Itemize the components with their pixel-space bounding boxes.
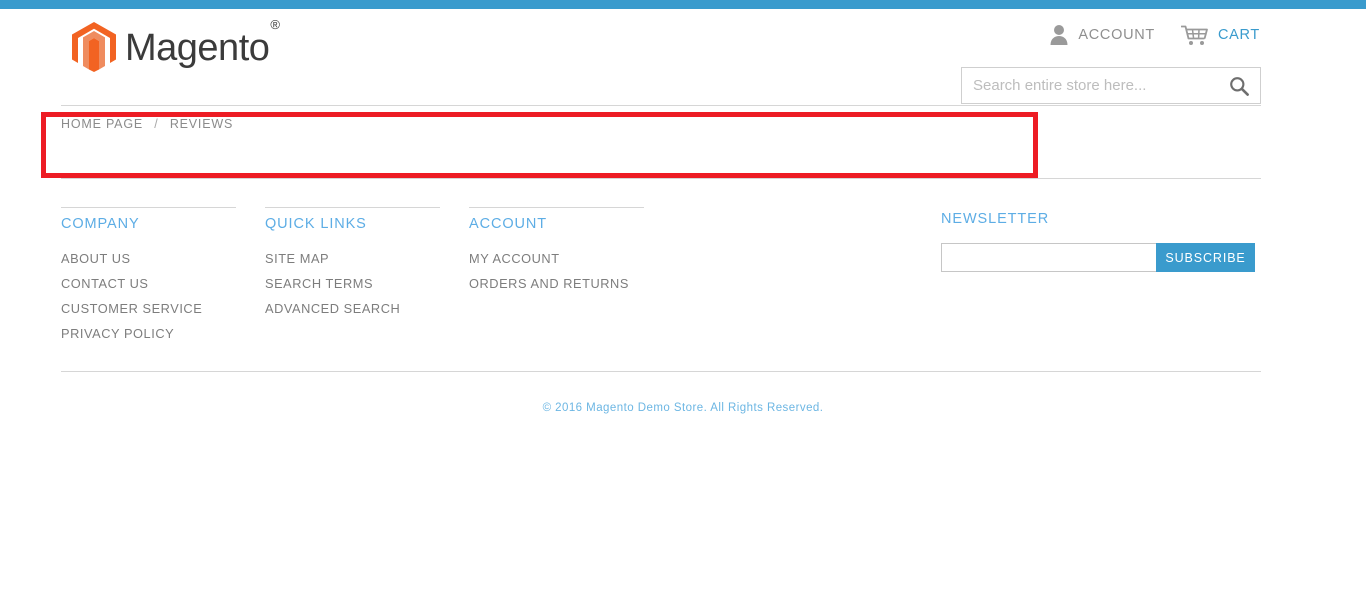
search-box[interactable] — [961, 67, 1261, 104]
site-header: Magento® ACCOUNT CART — [0, 9, 1366, 105]
header-divider — [61, 105, 1261, 106]
footer-link-orders-and-returns[interactable]: ORDERS AND RETURNS — [469, 271, 644, 296]
footer-link-my-account[interactable]: MY ACCOUNT — [469, 246, 644, 271]
copyright-text: © 2016 Magento Demo Store. All Rights Re… — [542, 402, 824, 414]
footer-column-title-quick-links: QUICK LINKS — [265, 216, 367, 232]
account-link[interactable]: ACCOUNT — [1049, 24, 1155, 46]
newsletter-form: SUBSCRIBE — [941, 243, 1255, 272]
magento-logo-text: Magento® — [125, 17, 280, 69]
footer-column-rule — [469, 207, 644, 208]
footer-link-contact-us[interactable]: CONTACT US — [61, 271, 236, 296]
top-accent-bar — [0, 0, 1366, 9]
header-utility-links: ACCOUNT CART — [1049, 24, 1260, 46]
newsletter-section: NEWSLETTER SUBSCRIBE — [941, 211, 1255, 272]
search-input[interactable] — [962, 68, 1218, 103]
footer-link-customer-service[interactable]: CUSTOMER SERVICE — [61, 296, 236, 321]
footer-column-quick-links: QUICK LINKS SITE MAP SEARCH TERMS ADVANC… — [265, 207, 440, 321]
newsletter-email-input[interactable] — [941, 243, 1156, 272]
search-icon — [1230, 76, 1249, 96]
footer-link-about-us[interactable]: ABOUT US — [61, 246, 236, 271]
cart-link-label: CART — [1217, 27, 1260, 43]
breadcrumb-item-reviews: REVIEWS — [169, 117, 234, 131]
breadcrumb-separator: / — [154, 117, 159, 131]
magento-logo[interactable]: Magento® — [72, 17, 280, 72]
cart-link[interactable]: CART — [1180, 24, 1260, 46]
footer-column-company: COMPANY ABOUT US CONTACT US CUSTOMER SER… — [61, 207, 236, 346]
footer-column-rule — [265, 207, 440, 208]
cart-icon — [1180, 25, 1208, 45]
footer-divider — [61, 371, 1261, 372]
footer-column-title-account: ACCOUNT — [469, 216, 547, 232]
magento-logo-icon — [72, 22, 116, 72]
search-button[interactable] — [1218, 68, 1260, 103]
user-icon — [1050, 25, 1068, 45]
footer-column-title-company: COMPANY — [61, 216, 140, 232]
breadcrumb-item-home-page[interactable]: HOME PAGE — [61, 117, 143, 131]
breadcrumb: HOME PAGE / REVIEWS — [61, 117, 233, 131]
account-link-label: ACCOUNT — [1078, 27, 1155, 43]
footer-column-account: ACCOUNT MY ACCOUNT ORDERS AND RETURNS — [469, 207, 644, 296]
breadcrumb-divider — [61, 178, 1261, 179]
footer-link-site-map[interactable]: SITE MAP — [265, 246, 440, 271]
footer-link-advanced-search[interactable]: ADVANCED SEARCH — [265, 296, 440, 321]
newsletter-title: NEWSLETTER — [941, 211, 1050, 227]
footer-link-search-terms[interactable]: SEARCH TERMS — [265, 271, 440, 296]
footer-link-privacy-policy[interactable]: PRIVACY POLICY — [61, 321, 236, 346]
footer-column-rule — [61, 207, 236, 208]
newsletter-subscribe-button[interactable]: SUBSCRIBE — [1156, 243, 1255, 272]
